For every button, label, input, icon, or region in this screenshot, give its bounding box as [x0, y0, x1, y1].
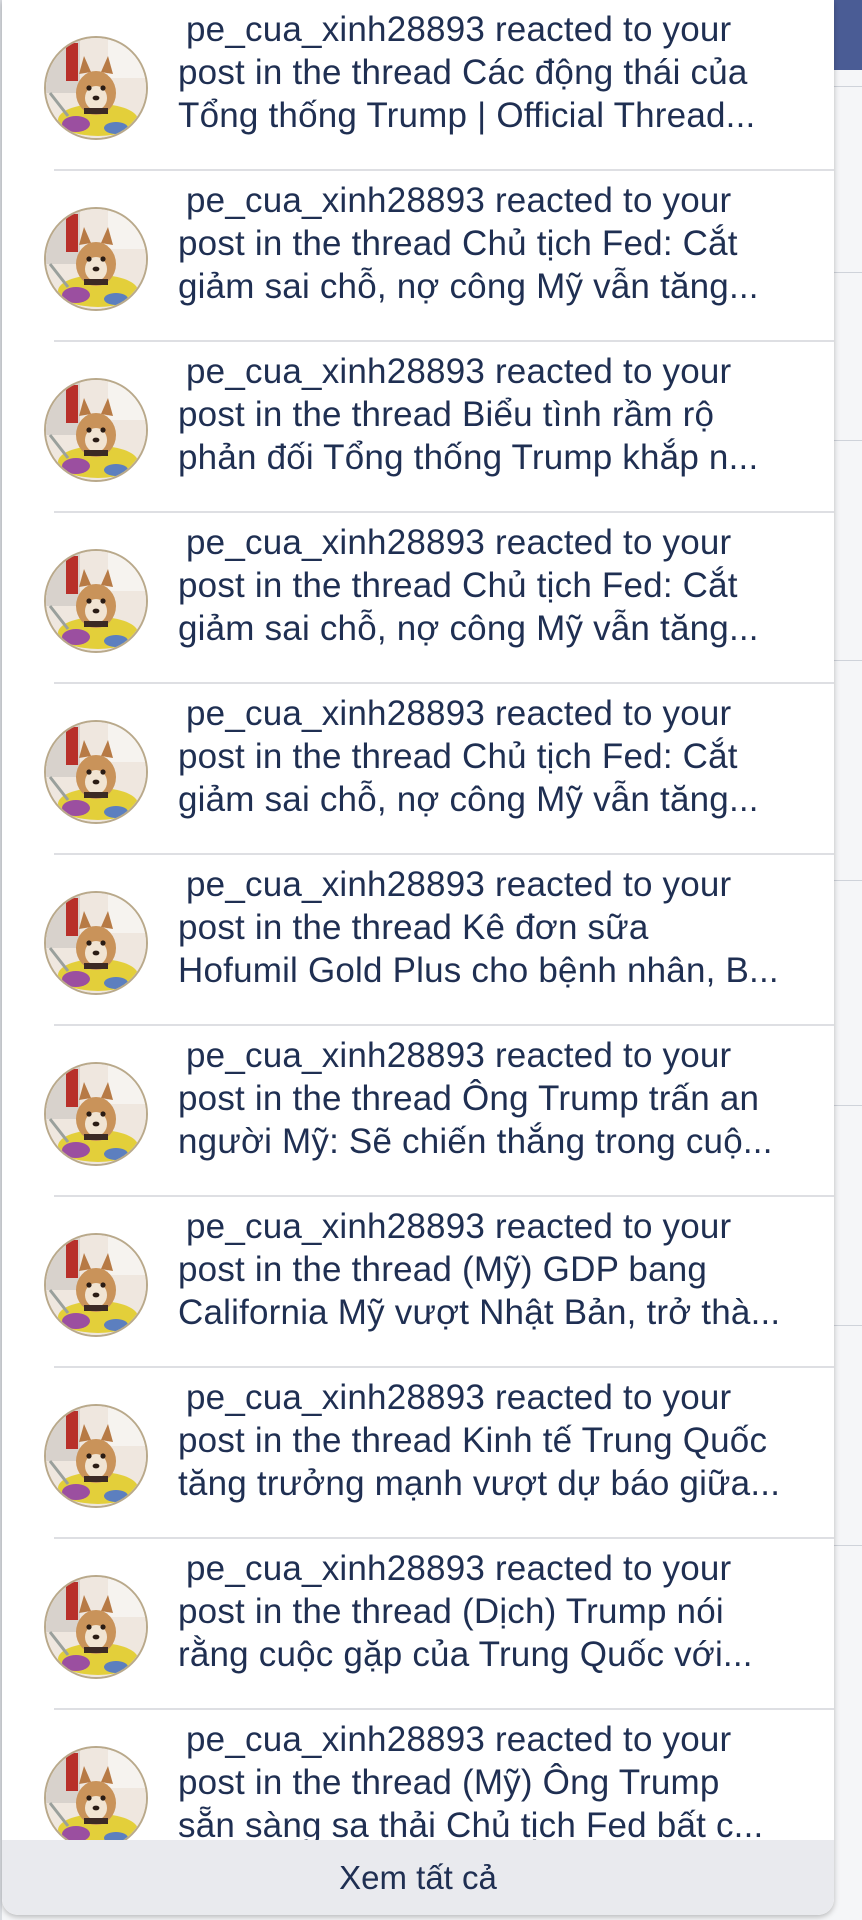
notification-line: post in the thread Chủ tịch Fed: Cắt [178, 566, 738, 605]
notification-line: pe_cua_xinh28893 reacted to your [186, 1720, 732, 1759]
notification-item[interactable]: pe_cua_xinh28893 reacted to your post in… [2, 1539, 834, 1710]
notification-line: post in the thread Chủ tịch Fed: Cắt [178, 224, 738, 263]
notification-list: pe_cua_xinh28893 reacted to your post in… [2, 0, 834, 1840]
notification-text: pe_cua_xinh28893 reacted to your post in… [178, 1547, 818, 1676]
notification-text: pe_cua_xinh28893 reacted to your post in… [178, 692, 818, 821]
background-divider [832, 660, 862, 661]
dog-avatar-icon [44, 1233, 148, 1337]
notification-text: pe_cua_xinh28893 reacted to your post in… [178, 350, 818, 479]
dog-avatar-icon [44, 36, 148, 140]
notification-line: Tổng thống Trump | Official Thread... [178, 96, 756, 135]
notification-line: rằng cuộc gặp của Trung Quốc với... [178, 1635, 753, 1674]
dog-avatar-icon [44, 549, 148, 653]
background-divider [832, 86, 862, 87]
notification-text: pe_cua_xinh28893 reacted to your post in… [178, 8, 818, 137]
dog-avatar-icon [44, 1746, 148, 1840]
notification-line: post in the thread Biểu tình rầm rộ [178, 395, 715, 434]
notification-item[interactable]: pe_cua_xinh28893 reacted to your post in… [2, 0, 834, 171]
notification-line: post in the thread Chủ tịch Fed: Cắt [178, 737, 738, 776]
notification-text: pe_cua_xinh28893 reacted to your post in… [178, 1376, 818, 1505]
dog-avatar-icon [44, 1404, 148, 1508]
notification-item[interactable]: pe_cua_xinh28893 reacted to your post in… [2, 171, 834, 342]
notification-line: sẵn sàng sa thải Chủ tịch Fed bất c... [178, 1806, 764, 1840]
notification-line: pe_cua_xinh28893 reacted to your [186, 1036, 732, 1075]
background-divider [832, 440, 862, 441]
notification-text: pe_cua_xinh28893 reacted to your post in… [178, 1718, 818, 1840]
notification-line: giảm sai chỗ, nợ công Mỹ vẫn tăng... [178, 267, 759, 306]
notification-text: pe_cua_xinh28893 reacted to your post in… [178, 521, 818, 650]
notification-text: pe_cua_xinh28893 reacted to your post in… [178, 1034, 818, 1163]
notification-line: pe_cua_xinh28893 reacted to your [186, 10, 732, 49]
notification-line: post in the thread (Dịch) Trump nói [178, 1592, 724, 1631]
notification-item[interactable]: pe_cua_xinh28893 reacted to your post in… [2, 513, 834, 684]
background-divider [832, 880, 862, 881]
background-divider [832, 1545, 862, 1546]
notification-line: người Mỹ: Sẽ chiến thắng trong cuộ... [178, 1122, 773, 1161]
notification-text: pe_cua_xinh28893 reacted to your post in… [178, 863, 818, 992]
notification-line: giảm sai chỗ, nợ công Mỹ vẫn tăng... [178, 609, 759, 648]
notification-line: Hofumil Gold Plus cho bệnh nhân, B... [178, 951, 779, 990]
notification-line: post in the thread (Mỹ) GDP bang [178, 1250, 708, 1289]
dog-avatar-icon [44, 891, 148, 995]
notification-line: post in the thread Ông Trump trấn an [178, 1079, 760, 1118]
notification-item[interactable]: pe_cua_xinh28893 reacted to your post in… [2, 342, 834, 513]
notification-item[interactable]: pe_cua_xinh28893 reacted to your post in… [2, 1026, 834, 1197]
notification-line: pe_cua_xinh28893 reacted to your [186, 1549, 732, 1588]
notification-text: pe_cua_xinh28893 reacted to your post in… [178, 179, 818, 308]
notification-line: pe_cua_xinh28893 reacted to your [186, 865, 732, 904]
notification-line: pe_cua_xinh28893 reacted to your [186, 181, 732, 220]
notification-line: pe_cua_xinh28893 reacted to your [186, 694, 732, 733]
notification-line: post in the thread Các động thái của [178, 53, 748, 92]
notification-line: post in the thread (Mỹ) Ông Trump [178, 1763, 720, 1802]
notification-line: post in the thread Kinh tế Trung Quốc [178, 1421, 768, 1460]
notification-line: pe_cua_xinh28893 reacted to your [186, 523, 732, 562]
notification-line: post in the thread Kê đơn sữa [178, 908, 649, 947]
notification-line: pe_cua_xinh28893 reacted to your [186, 1207, 732, 1246]
notification-item[interactable]: pe_cua_xinh28893 reacted to your post in… [2, 855, 834, 1026]
notification-line: tăng trưởng mạnh vượt dự báo giữa... [178, 1464, 781, 1503]
background-divider [832, 1105, 862, 1106]
notification-line: California Mỹ vượt Nhật Bản, trở thà... [178, 1293, 781, 1332]
notification-item[interactable]: pe_cua_xinh28893 reacted to your post in… [2, 1197, 834, 1368]
dog-avatar-icon [44, 720, 148, 824]
see-all-button[interactable]: Xem tất cả [2, 1840, 834, 1915]
dog-avatar-icon [44, 378, 148, 482]
background-divider [832, 272, 862, 273]
background-divider [832, 1325, 862, 1326]
dog-avatar-icon [44, 1575, 148, 1679]
dog-avatar-icon [44, 207, 148, 311]
notification-text: pe_cua_xinh28893 reacted to your post in… [178, 1205, 818, 1334]
dog-avatar-icon [44, 1062, 148, 1166]
notification-line: pe_cua_xinh28893 reacted to your [186, 352, 732, 391]
notification-item[interactable]: pe_cua_xinh28893 reacted to your post in… [2, 1710, 834, 1840]
notification-item[interactable]: pe_cua_xinh28893 reacted to your post in… [2, 684, 834, 855]
notification-line: giảm sai chỗ, nợ công Mỹ vẫn tăng... [178, 780, 759, 819]
notifications-popup: pe_cua_xinh28893 reacted to your post in… [2, 0, 834, 1915]
notification-item[interactable]: pe_cua_xinh28893 reacted to your post in… [2, 1368, 834, 1539]
notification-line: phản đối Tổng thống Trump khắp n... [178, 438, 759, 477]
notification-line: pe_cua_xinh28893 reacted to your [186, 1378, 732, 1417]
